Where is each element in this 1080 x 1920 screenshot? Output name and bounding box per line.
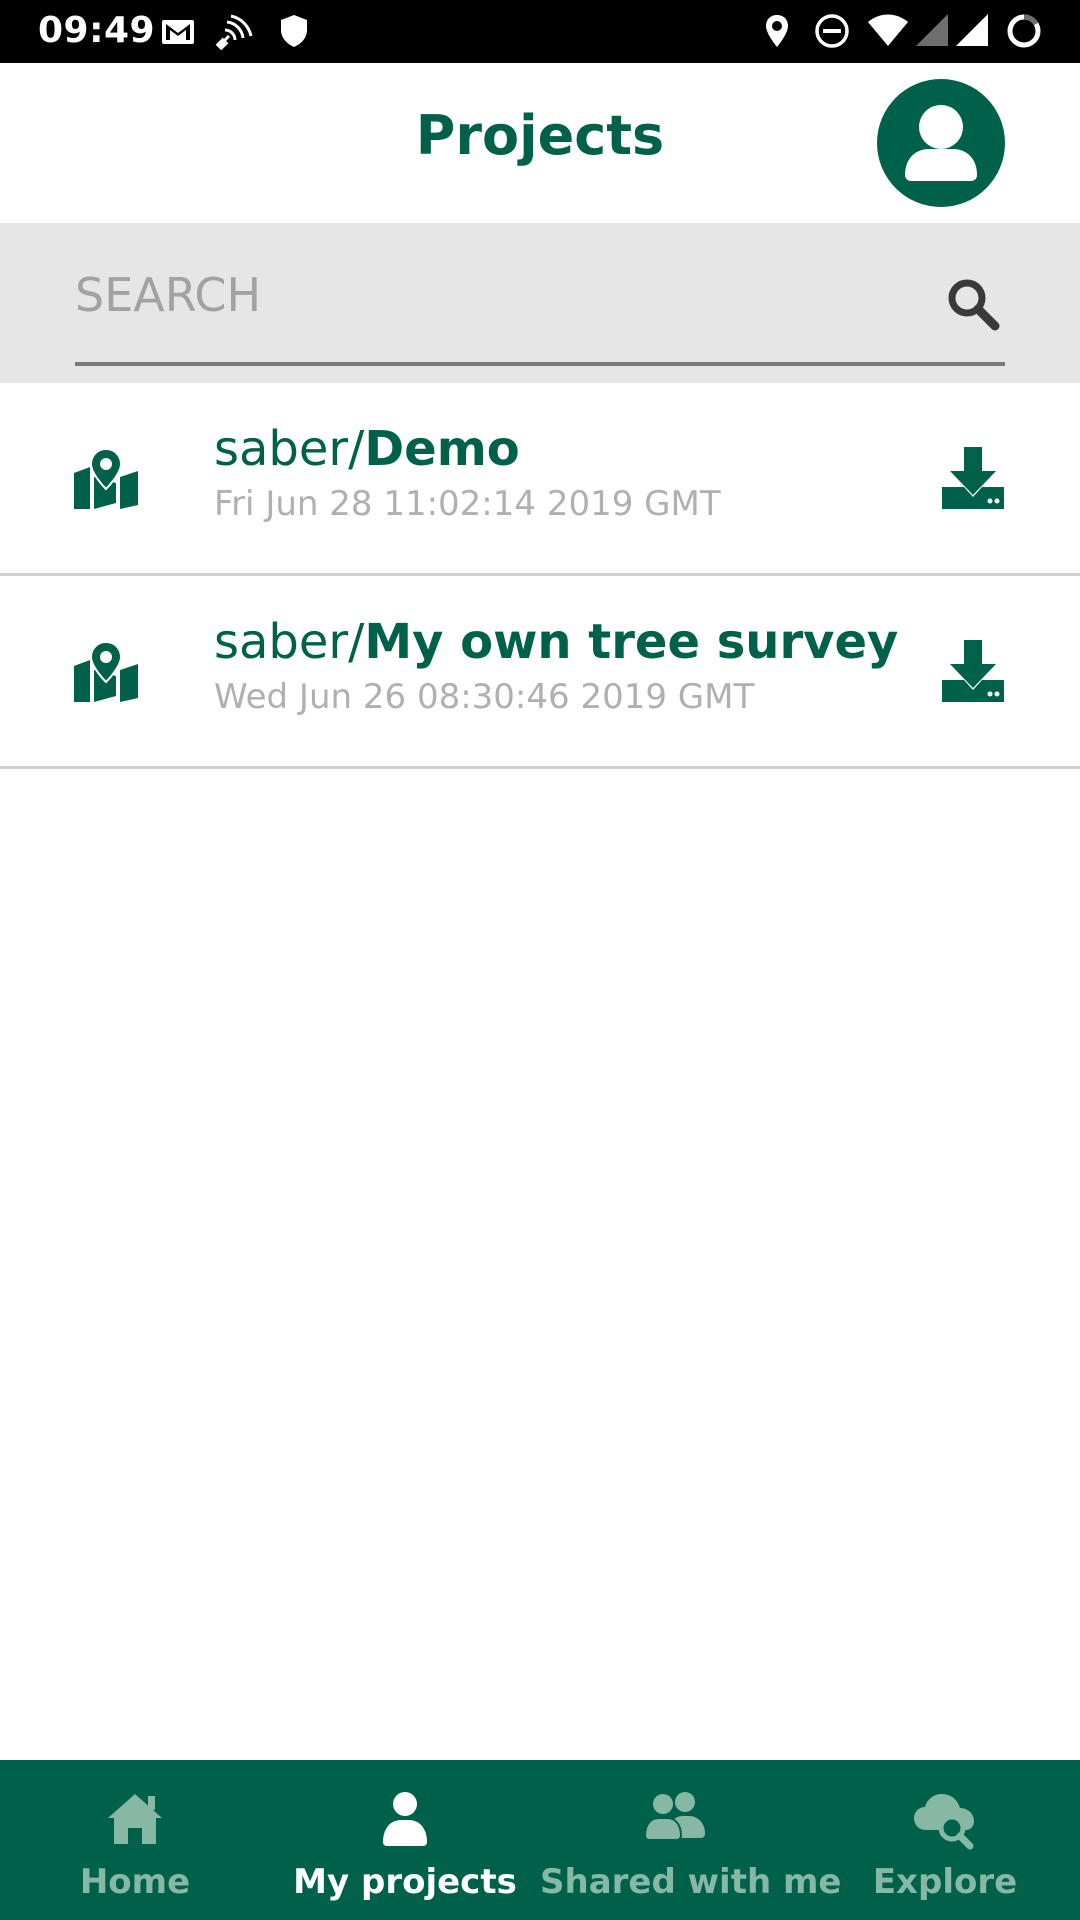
wifi-icon — [866, 12, 910, 50]
gmail-icon — [160, 12, 196, 50]
bottom-navigation: Home My projects Shared with me Explore — [0, 1760, 1080, 1920]
status-time: 09:49 — [38, 10, 156, 51]
satellite-icon — [215, 12, 255, 50]
status-bar: 09:49 — [0, 0, 1080, 63]
search-input[interactable] — [75, 265, 915, 325]
project-row[interactable]: saber/My own tree survey Wed Jun 26 08:3… — [0, 576, 1080, 769]
nav-label-home: Home — [79, 1862, 191, 1902]
cloud-search-icon — [810, 1790, 1080, 1850]
user-icon — [270, 1790, 540, 1850]
app-screen: 09:49 Projects SEARCH saber/Demo Fri Jun… — [0, 0, 1080, 1920]
nav-label-my-projects: My projects — [293, 1862, 517, 1902]
project-date: Fri Jun 28 11:02:14 2019 GMT — [214, 484, 721, 524]
users-icon — [540, 1790, 810, 1850]
user-icon — [905, 105, 977, 181]
project-name: My own tree survey — [364, 614, 899, 670]
do-not-disturb-icon — [813, 12, 851, 50]
nav-item-my-projects[interactable]: My projects — [270, 1760, 540, 1920]
shield-icon — [278, 12, 310, 50]
project-date: Wed Jun 26 08:30:46 2019 GMT — [214, 677, 755, 717]
project-name: Demo — [364, 421, 520, 477]
nav-item-shared-with-me[interactable]: Shared with me — [540, 1760, 842, 1920]
search-icon[interactable] — [943, 274, 1003, 334]
avatar-button[interactable] — [877, 79, 1005, 207]
map-marker-icon — [72, 640, 140, 704]
map-marker-icon — [72, 447, 140, 511]
download-icon[interactable] — [940, 638, 1006, 704]
nav-item-explore[interactable]: Explore — [810, 1760, 1080, 1920]
battery-charging-icon — [1005, 12, 1043, 50]
project-owner: saber/ — [214, 614, 365, 670]
project-title: saber/My own tree survey — [214, 612, 898, 672]
search-bar — [0, 223, 1080, 383]
location-icon — [762, 12, 792, 50]
project-row[interactable]: saber/Demo Fri Jun 28 11:02:14 2019 GMT — [0, 383, 1080, 576]
nav-label-shared-with-me: Shared with me — [540, 1862, 842, 1902]
nav-label-explore: Explore — [872, 1862, 1018, 1902]
project-owner: saber/ — [214, 421, 365, 477]
project-title: saber/Demo — [214, 419, 520, 479]
app-header: Projects — [0, 63, 1080, 223]
cell-signal-icon — [912, 12, 952, 50]
nav-item-home[interactable]: Home — [0, 1760, 270, 1920]
cell-signal-icon — [952, 12, 992, 50]
home-icon — [0, 1790, 270, 1850]
download-icon[interactable] — [940, 445, 1006, 511]
search-underline — [75, 362, 1005, 366]
